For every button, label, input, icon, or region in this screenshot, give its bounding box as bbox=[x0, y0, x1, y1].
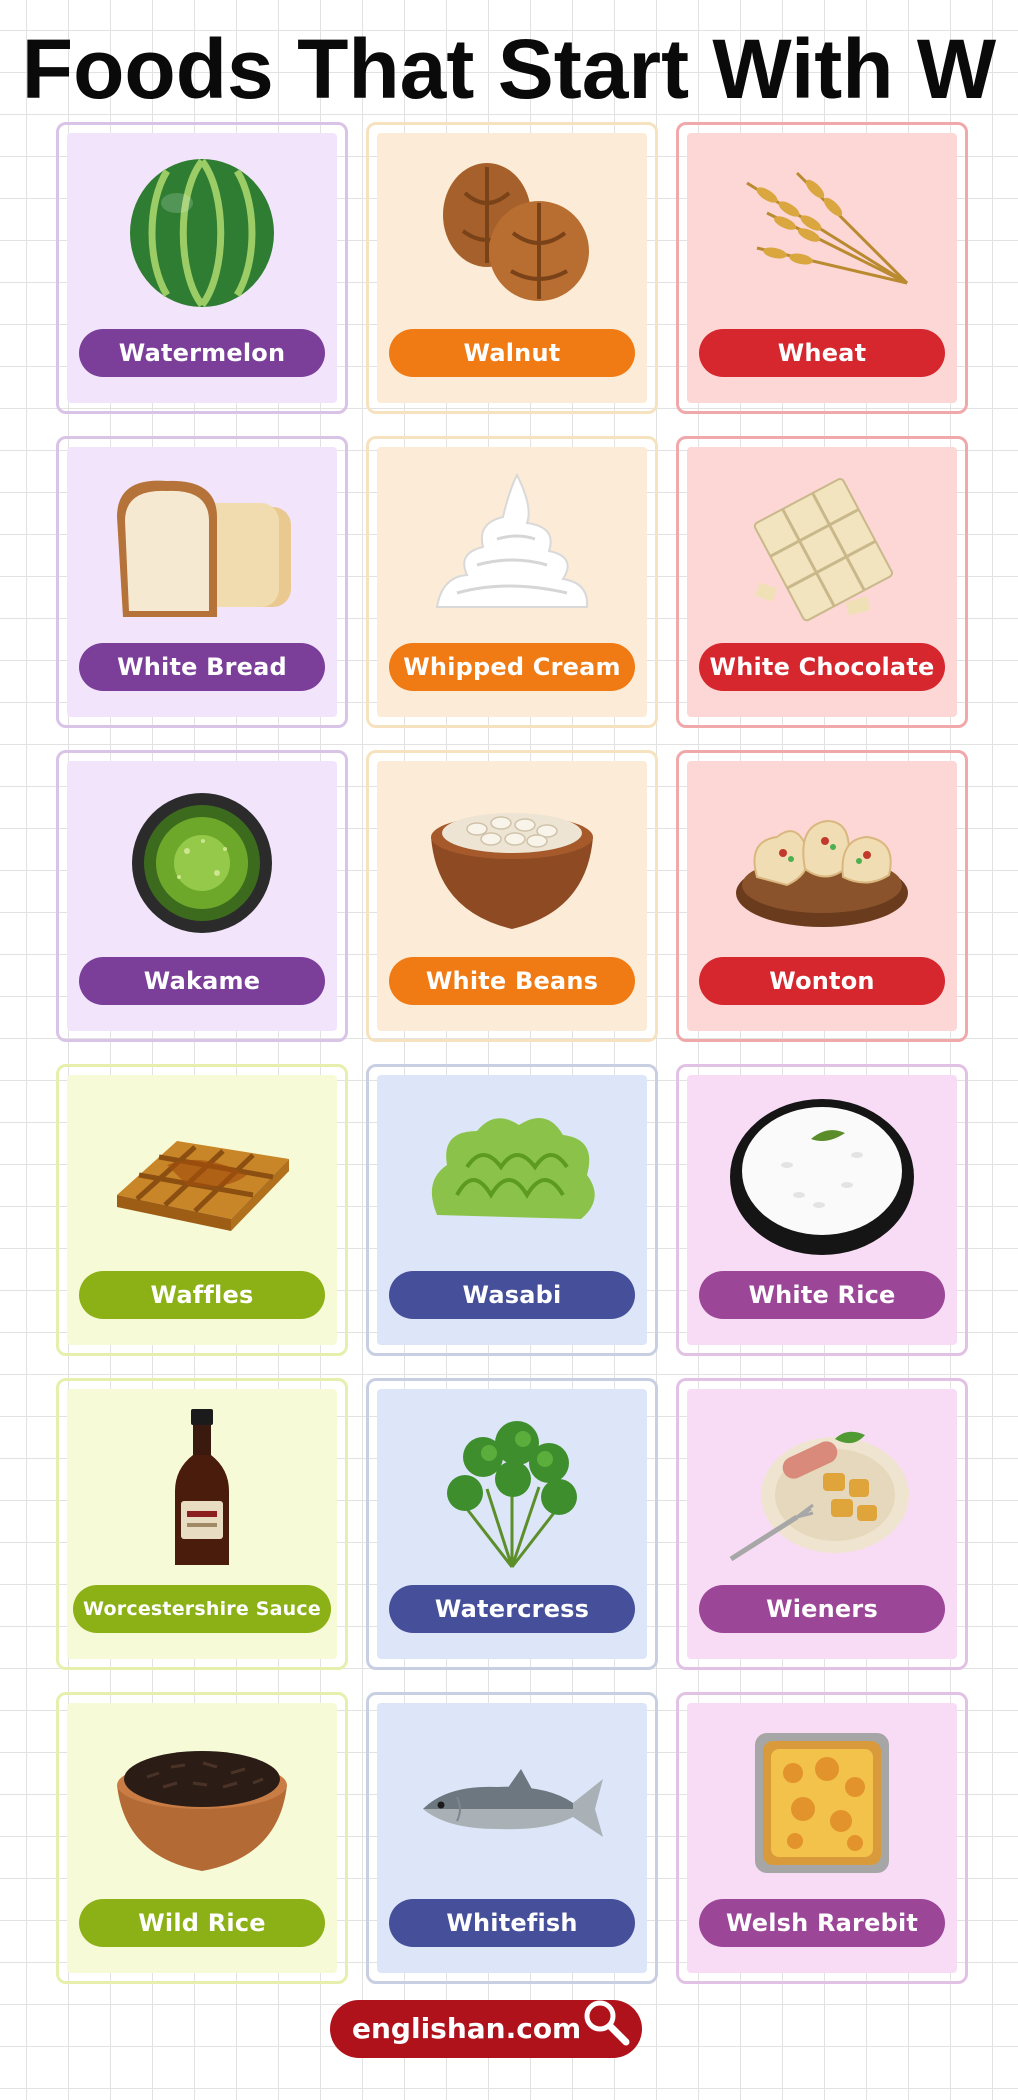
watermelon-icon bbox=[107, 153, 297, 313]
food-label: Watercress bbox=[389, 1585, 635, 1633]
food-card-whitefish: Whitefish bbox=[366, 1692, 658, 1984]
search-icon bbox=[578, 1994, 636, 2052]
food-card-watercress: Watercress bbox=[366, 1378, 658, 1670]
food-card-watermelon: Watermelon bbox=[56, 122, 348, 414]
food-label: White Chocolate bbox=[699, 643, 945, 691]
wild-rice-bowl-icon bbox=[107, 1723, 297, 1883]
walnut-icon bbox=[417, 153, 607, 313]
wonton-icon bbox=[727, 781, 917, 941]
food-card-wieners: Wieners bbox=[676, 1378, 968, 1670]
page-title: Foods That Start With W bbox=[21, 22, 997, 116]
wheat-icon bbox=[727, 153, 917, 313]
chocolate-icon bbox=[727, 467, 917, 627]
food-label: Wieners bbox=[699, 1585, 945, 1633]
food-card-wasabi: Wasabi bbox=[366, 1064, 658, 1356]
rice-bowl-icon bbox=[727, 1095, 917, 1255]
food-card-white-bread: White Bread bbox=[56, 436, 348, 728]
food-label: Welsh Rarebit bbox=[699, 1899, 945, 1947]
food-label: Whitefish bbox=[389, 1899, 635, 1947]
food-label: White Beans bbox=[389, 957, 635, 1005]
watercress-icon bbox=[417, 1409, 607, 1569]
food-card-welsh-rarebit: Welsh Rarebit bbox=[676, 1692, 968, 1984]
food-label: Wasabi bbox=[389, 1271, 635, 1319]
food-card-whipped-cream: Whipped Cream bbox=[366, 436, 658, 728]
waffle-icon bbox=[107, 1095, 297, 1255]
food-label: White Rice bbox=[699, 1271, 945, 1319]
wasabi-icon bbox=[417, 1095, 607, 1255]
food-card-walnut: Walnut bbox=[366, 122, 658, 414]
food-card-wakame: Wakame bbox=[56, 750, 348, 1042]
fish-icon bbox=[417, 1723, 607, 1883]
beans-bowl-icon bbox=[417, 781, 607, 941]
site-badge[interactable]: englishan.com bbox=[330, 2000, 642, 2058]
food-card-wheat: Wheat bbox=[676, 122, 968, 414]
food-label: Wonton bbox=[699, 957, 945, 1005]
food-card-white-rice: White Rice bbox=[676, 1064, 968, 1356]
food-label: Worcestershire Sauce bbox=[73, 1585, 331, 1633]
food-label: Whipped Cream bbox=[389, 643, 635, 691]
food-label: Wheat bbox=[699, 329, 945, 377]
food-card-white-chocolate: White Chocolate bbox=[676, 436, 968, 728]
food-card-worcestershire-sauce: Worcestershire Sauce bbox=[56, 1378, 348, 1670]
site-name: englishan.com bbox=[352, 2012, 582, 2045]
rarebit-toast-icon bbox=[727, 1723, 917, 1883]
food-grid: Watermelon Walnut Wheat White Bread Whip… bbox=[56, 122, 968, 1984]
food-label: Walnut bbox=[389, 329, 635, 377]
sauce-bottle-icon bbox=[107, 1409, 297, 1569]
wieners-plate-icon bbox=[727, 1409, 917, 1569]
food-card-wild-rice: Wild Rice bbox=[56, 1692, 348, 1984]
food-card-waffles: Waffles bbox=[56, 1064, 348, 1356]
food-label: White Bread bbox=[79, 643, 325, 691]
food-card-wonton: Wonton bbox=[676, 750, 968, 1042]
whipped-cream-icon bbox=[417, 467, 607, 627]
food-card-white-beans: White Beans bbox=[366, 750, 658, 1042]
bread-icon bbox=[107, 467, 297, 627]
seaweed-bowl-icon bbox=[107, 781, 297, 941]
food-label: Watermelon bbox=[79, 329, 325, 377]
food-label: Wakame bbox=[79, 957, 325, 1005]
food-label: Waffles bbox=[79, 1271, 325, 1319]
food-label: Wild Rice bbox=[79, 1899, 325, 1947]
